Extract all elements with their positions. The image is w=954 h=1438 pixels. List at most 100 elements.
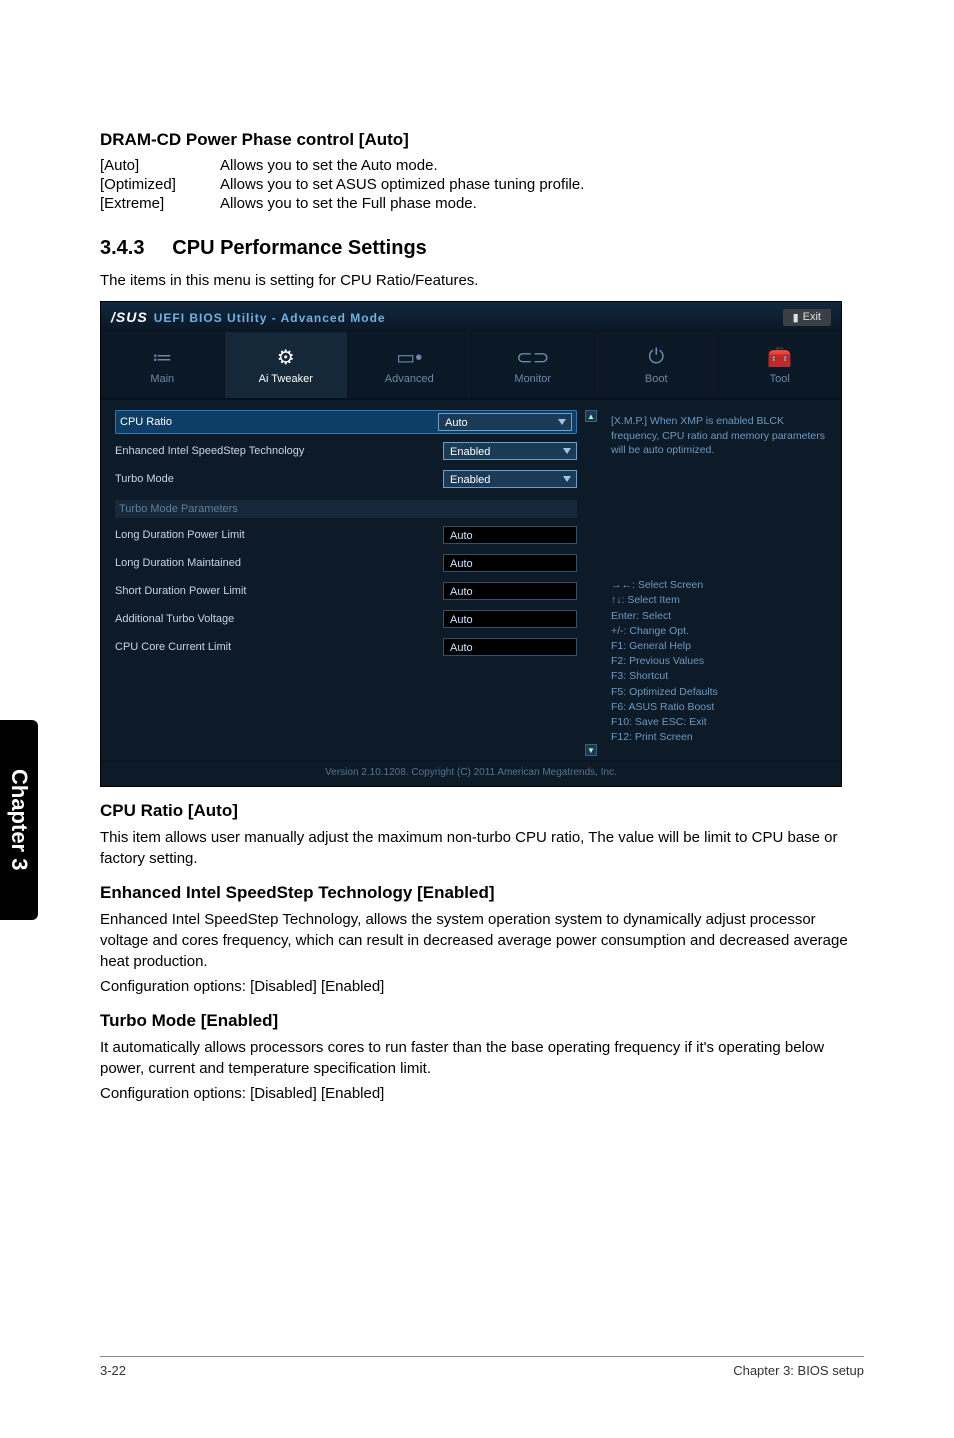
key-help-line: F6: ASUS Ratio Boost bbox=[611, 700, 827, 715]
opt-key: [Optimized] bbox=[100, 175, 220, 194]
table-row: [Auto] Allows you to set the Auto mode. bbox=[100, 156, 594, 175]
key-help-line: Enter: Select bbox=[611, 609, 827, 624]
opt-val: Allows you to set ASUS optimized phase t… bbox=[220, 175, 594, 194]
exit-label: Exit bbox=[803, 311, 821, 323]
setting-label: Turbo Mode bbox=[115, 473, 443, 485]
power-icon: ⏻ bbox=[648, 345, 664, 369]
tab-label: Ai Tweaker bbox=[259, 373, 313, 385]
key-help-line: F10: Save ESC: Exit bbox=[611, 715, 827, 730]
speedstep-title: Enhanced Intel SpeedStep Technology [Ena… bbox=[100, 883, 864, 903]
context-help-text: [X.M.P.] When XMP is enabled BLCK freque… bbox=[611, 414, 827, 458]
setting-row-turbo-mode[interactable]: Turbo Mode Enabled bbox=[115, 468, 577, 490]
exit-button[interactable]: ▮ Exit bbox=[783, 309, 831, 326]
monitor-icon: ⊂⊃ bbox=[516, 345, 550, 369]
tab-label: Boot bbox=[645, 373, 668, 385]
bios-right-pane: [X.M.P.] When XMP is enabled BLCK freque… bbox=[611, 410, 827, 756]
turbo-mode-title: Turbo Mode [Enabled] bbox=[100, 1011, 864, 1031]
key-help-list: →←: Select Screen ↑↓: Select Item Enter:… bbox=[611, 578, 827, 745]
opt-key: [Extreme] bbox=[100, 194, 220, 213]
body-text: Enhanced Intel SpeedStep Technology, all… bbox=[100, 909, 864, 972]
section-heading: 3.4.3 CPU Performance Settings bbox=[100, 237, 864, 260]
body-text: Configuration options: [Disabled] [Enabl… bbox=[100, 976, 864, 997]
setting-value-input[interactable]: Auto bbox=[443, 610, 577, 628]
table-row: [Optimized] Allows you to set ASUS optim… bbox=[100, 175, 594, 194]
tab-boot[interactable]: ⏻ Boot bbox=[595, 332, 719, 398]
setting-value-combo[interactable]: Auto bbox=[438, 413, 572, 431]
setting-value-input[interactable]: Auto bbox=[443, 526, 577, 544]
setting-label: Enhanced Intel SpeedStep Technology bbox=[115, 445, 443, 457]
dram-options-table: [Auto] Allows you to set the Auto mode. … bbox=[100, 156, 594, 213]
key-help-line: F5: Optimized Defaults bbox=[611, 685, 827, 700]
bios-screenshot: /SUS UEFI BIOS Utility - Advanced Mode ▮… bbox=[100, 301, 842, 787]
group-header-turbo-params: Turbo Mode Parameters bbox=[115, 500, 577, 518]
opt-val: Allows you to set the Auto mode. bbox=[220, 156, 594, 175]
setting-row[interactable]: Long Duration Maintained Auto bbox=[115, 552, 577, 574]
tab-monitor[interactable]: ⊂⊃ Monitor bbox=[472, 332, 596, 398]
chip-icon: ▭• bbox=[396, 345, 422, 369]
key-help-line: F1: General Help bbox=[611, 639, 827, 654]
section-title: CPU Performance Settings bbox=[172, 237, 427, 259]
list-icon: ≔ bbox=[152, 345, 172, 369]
body-text: Configuration options: [Disabled] [Enabl… bbox=[100, 1083, 864, 1104]
setting-value-combo[interactable]: Enabled bbox=[443, 442, 577, 460]
tab-label: Main bbox=[150, 373, 174, 385]
body-text: It automatically allows processors cores… bbox=[100, 1037, 864, 1079]
bios-mode-label: UEFI BIOS Utility - Advanced Mode bbox=[154, 311, 386, 325]
key-help-line: +/-: Change Opt. bbox=[611, 624, 827, 639]
setting-row[interactable]: Long Duration Power Limit Auto bbox=[115, 524, 577, 546]
page-footer: 3-22 Chapter 3: BIOS setup bbox=[100, 1356, 864, 1378]
key-help-line: F12: Print Screen bbox=[611, 730, 827, 745]
bios-version-footer: Version 2.10.1208. Copyright (C) 2011 Am… bbox=[101, 760, 841, 786]
tweaker-icon: ⚙ bbox=[277, 345, 295, 369]
setting-value-combo[interactable]: Enabled bbox=[443, 470, 577, 488]
page-number: 3-22 bbox=[100, 1363, 126, 1378]
tab-ai-tweaker[interactable]: ⚙ Ai Tweaker bbox=[225, 332, 349, 398]
scroll-up-icon[interactable]: ▲ bbox=[585, 410, 597, 422]
setting-label: Long Duration Maintained bbox=[115, 557, 443, 569]
bios-body: CPU Ratio Auto Enhanced Intel SpeedStep … bbox=[101, 400, 841, 760]
setting-row[interactable]: Short Duration Power Limit Auto bbox=[115, 580, 577, 602]
bios-brand: /SUS UEFI BIOS Utility - Advanced Mode bbox=[111, 309, 386, 325]
setting-value-input[interactable]: Auto bbox=[443, 582, 577, 600]
setting-label: CPU Core Current Limit bbox=[115, 641, 443, 653]
tab-main[interactable]: ≔ Main bbox=[101, 332, 225, 398]
setting-label: CPU Ratio bbox=[120, 416, 438, 428]
key-help-line: ↑↓: Select Item bbox=[611, 593, 827, 608]
bios-tab-bar: ≔ Main ⚙ Ai Tweaker ▭• Advanced ⊂⊃ Monit… bbox=[101, 332, 841, 400]
dram-title: DRAM-CD Power Phase control [Auto] bbox=[100, 130, 864, 150]
table-row: [Extreme] Allows you to set the Full pha… bbox=[100, 194, 594, 213]
cpu-ratio-title: CPU Ratio [Auto] bbox=[100, 801, 864, 821]
setting-label: Additional Turbo Voltage bbox=[115, 613, 443, 625]
setting-row-cpu-ratio[interactable]: CPU Ratio Auto bbox=[115, 410, 577, 434]
tab-label: Monitor bbox=[514, 373, 551, 385]
setting-label: Long Duration Power Limit bbox=[115, 529, 443, 541]
tab-tool[interactable]: 🧰 Tool bbox=[719, 332, 842, 398]
scroll-down-icon[interactable]: ▼ bbox=[585, 744, 597, 756]
footer-chapter: Chapter 3: BIOS setup bbox=[733, 1363, 864, 1378]
setting-row[interactable]: Additional Turbo Voltage Auto bbox=[115, 608, 577, 630]
key-help-line: F3: Shortcut bbox=[611, 669, 827, 684]
tab-advanced[interactable]: ▭• Advanced bbox=[348, 332, 472, 398]
exit-icon: ▮ bbox=[793, 311, 799, 324]
key-help-line: F2: Previous Values bbox=[611, 654, 827, 669]
tab-label: Advanced bbox=[385, 373, 434, 385]
body-text: This item allows user manually adjust th… bbox=[100, 827, 864, 869]
setting-label: Short Duration Power Limit bbox=[115, 585, 443, 597]
scrollbar[interactable]: ▲ ▼ bbox=[585, 410, 597, 756]
setting-value-input[interactable]: Auto bbox=[443, 638, 577, 656]
asus-logo-text: /SUS bbox=[111, 309, 148, 325]
section-intro: The items in this menu is setting for CP… bbox=[100, 270, 864, 291]
opt-key: [Auto] bbox=[100, 156, 220, 175]
toolbox-icon: 🧰 bbox=[767, 345, 792, 369]
tab-label: Tool bbox=[770, 373, 790, 385]
bios-titlebar: /SUS UEFI BIOS Utility - Advanced Mode ▮… bbox=[101, 302, 841, 332]
setting-row-speedstep[interactable]: Enhanced Intel SpeedStep Technology Enab… bbox=[115, 440, 577, 462]
opt-val: Allows you to set the Full phase mode. bbox=[220, 194, 594, 213]
bios-left-pane: CPU Ratio Auto Enhanced Intel SpeedStep … bbox=[115, 410, 597, 756]
key-help-line: →←: Select Screen bbox=[611, 578, 827, 593]
setting-row[interactable]: CPU Core Current Limit Auto bbox=[115, 636, 577, 658]
page-content: DRAM-CD Power Phase control [Auto] [Auto… bbox=[0, 0, 954, 1104]
chapter-side-tab: Chapter 3 bbox=[0, 720, 38, 920]
setting-value-input[interactable]: Auto bbox=[443, 554, 577, 572]
section-number: 3.4.3 bbox=[100, 237, 144, 259]
